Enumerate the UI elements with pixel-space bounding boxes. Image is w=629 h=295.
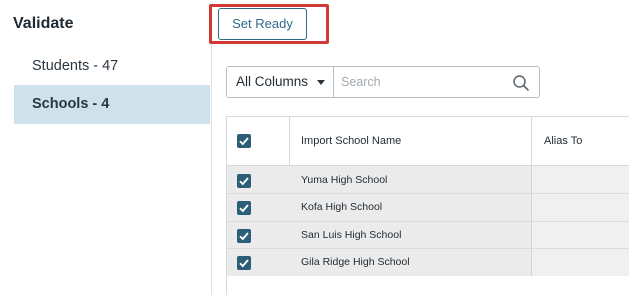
select-all-checkbox[interactable]	[237, 134, 251, 148]
table-row[interactable]: San Luis High School	[227, 222, 629, 249]
column-filter-select[interactable]: All Columns	[226, 66, 333, 98]
search-icon[interactable]	[512, 74, 530, 92]
sidebar-divider	[211, 40, 212, 295]
school-name-cell: Kofa High School	[301, 201, 383, 213]
school-name-cell: San Luis High School	[301, 229, 402, 241]
header-divider	[531, 117, 532, 165]
row-checkbox[interactable]	[237, 174, 251, 188]
table-header: Import School Name Alias To	[226, 116, 629, 166]
search-input[interactable]	[341, 67, 511, 97]
sidebar: Validate Students - 47 Schools - 4	[0, 0, 211, 295]
validate-page: Validate Students - 47 Schools - 4 Set R…	[0, 0, 629, 295]
header-divider	[289, 117, 290, 165]
check-icon	[239, 259, 249, 268]
column-header-import-school-name[interactable]: Import School Name	[301, 135, 401, 147]
check-icon	[239, 177, 249, 186]
sidebar-item-schools[interactable]: Schools - 4	[14, 85, 210, 124]
column-header-alias-to[interactable]: Alias To	[544, 135, 582, 147]
schools-table: Import School Name Alias To Yuma High Sc…	[226, 116, 629, 295]
school-name-cell: Yuma High School	[301, 174, 388, 186]
chevron-down-icon	[317, 80, 325, 85]
column-filter-value: All Columns	[236, 74, 309, 89]
set-ready-button[interactable]: Set Ready	[218, 8, 307, 40]
sidebar-title: Validate	[13, 15, 74, 32]
check-icon	[239, 204, 249, 213]
table-border	[226, 276, 227, 295]
search-box	[333, 66, 540, 98]
check-icon	[239, 137, 249, 146]
table-row[interactable]: Kofa High School	[227, 194, 629, 221]
table-row[interactable]: Gila Ridge High School	[227, 249, 629, 276]
row-checkbox[interactable]	[237, 256, 251, 270]
row-checkbox[interactable]	[237, 201, 251, 215]
row-checkbox[interactable]	[237, 229, 251, 243]
check-icon	[239, 232, 249, 241]
table-row[interactable]: Yuma High School	[227, 166, 629, 193]
school-name-cell: Gila Ridge High School	[301, 256, 410, 268]
table-body: Yuma High School Kofa High School San Lu…	[226, 166, 629, 276]
sidebar-item-students[interactable]: Students - 47	[14, 47, 210, 86]
